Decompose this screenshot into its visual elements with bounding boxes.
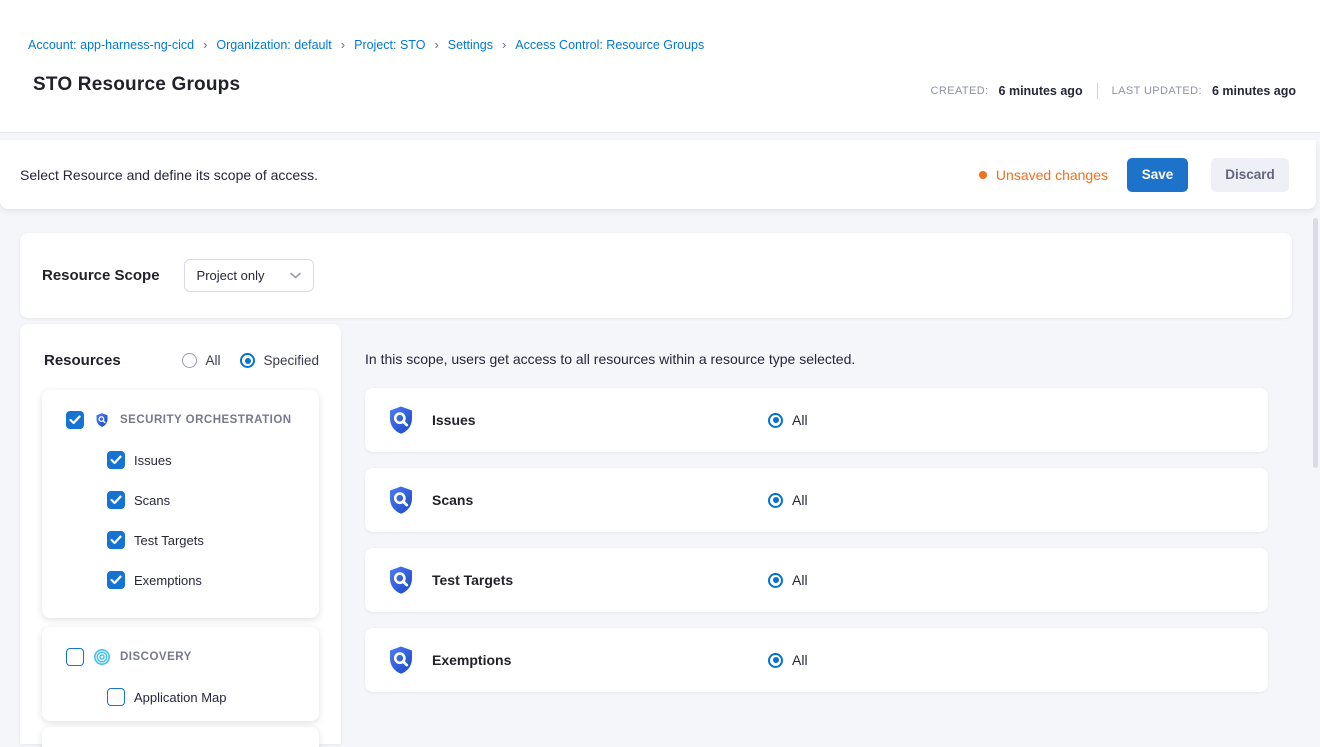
access-radio-all[interactable]: All xyxy=(768,652,808,668)
group-header: SECURITY ORCHESTRATION xyxy=(42,390,319,429)
save-button[interactable]: Save xyxy=(1127,158,1188,192)
breadcrumb-account[interactable]: Account: app-harness-ng-cicd xyxy=(28,38,194,52)
radio-specified-icon[interactable] xyxy=(240,353,255,368)
group-discovery: DISCOVERY Application Map xyxy=(42,627,319,721)
checkbox-exemptions[interactable] xyxy=(107,571,125,589)
group-header: DISCOVERY xyxy=(42,627,319,666)
checkbox-scans[interactable] xyxy=(107,491,125,509)
breadcrumb-settings[interactable]: Settings xyxy=(448,38,493,52)
scope-description: In this scope, users get access to all r… xyxy=(365,351,855,367)
scrollbar-thumb[interactable] xyxy=(1313,218,1318,468)
checkbox-issues[interactable] xyxy=(107,451,125,469)
resource-card-title: Issues xyxy=(432,412,768,428)
resource-card-scans: Scans All xyxy=(365,468,1268,532)
resource-scope-select[interactable]: Project only xyxy=(184,259,314,292)
sto-shield-icon xyxy=(385,404,417,436)
unsaved-changes-label: Unsaved changes xyxy=(996,167,1108,183)
access-label: All xyxy=(792,492,808,508)
resource-card-title: Exemptions xyxy=(432,652,768,668)
resource-item-test-targets: Test Targets xyxy=(42,531,319,549)
discard-button[interactable]: Discard xyxy=(1211,158,1289,192)
checkbox-discovery[interactable] xyxy=(66,648,84,666)
item-label: Exemptions xyxy=(134,573,202,588)
sto-shield-icon xyxy=(385,484,417,516)
chevron-right-icon: › xyxy=(203,37,207,52)
action-toolbar: Select Resource and define its scope of … xyxy=(0,140,1316,209)
breadcrumb-organization[interactable]: Organization: default xyxy=(216,38,331,52)
breadcrumb-resource-groups[interactable]: Access Control: Resource Groups xyxy=(515,38,704,52)
item-label: Scans xyxy=(134,493,170,508)
radio-all-icon[interactable] xyxy=(182,353,197,368)
group-card-clipped xyxy=(42,727,319,747)
timestamps: CREATED: 6 minutes ago LAST UPDATED: 6 m… xyxy=(931,83,1296,99)
group-name: DISCOVERY xyxy=(120,651,192,663)
checkbox-test-targets[interactable] xyxy=(107,531,125,549)
item-label: Application Map xyxy=(134,690,227,705)
unsaved-changes-indicator: Unsaved changes xyxy=(979,167,1108,183)
checkbox-application-map[interactable] xyxy=(107,688,125,706)
radio-all-icon[interactable] xyxy=(768,573,783,588)
resource-card-test-targets: Test Targets All xyxy=(365,548,1268,612)
resource-item-application-map: Application Map xyxy=(42,688,319,706)
chevron-right-icon: › xyxy=(434,37,438,52)
radio-all-icon[interactable] xyxy=(768,493,783,508)
breadcrumb: Account: app-harness-ng-cicd › Organizat… xyxy=(28,37,704,52)
radio-all[interactable]: All xyxy=(182,353,220,368)
resource-item-scans: Scans xyxy=(42,491,319,509)
resource-item-issues: Issues xyxy=(42,451,319,469)
radio-all-icon[interactable] xyxy=(768,653,783,668)
divider xyxy=(1097,83,1098,99)
access-radio-all[interactable]: All xyxy=(768,412,808,428)
checkbox-security-orchestration[interactable] xyxy=(66,411,84,429)
item-label: Issues xyxy=(134,453,172,468)
discovery-target-icon xyxy=(94,649,110,665)
access-radio-all[interactable]: All xyxy=(768,572,808,588)
resources-panel: Resources All Specified SECURITY O xyxy=(20,324,341,744)
page-title: STO Resource Groups xyxy=(33,74,240,96)
access-label: All xyxy=(792,652,808,668)
item-label: Test Targets xyxy=(134,533,204,548)
sto-shield-icon xyxy=(94,412,110,428)
group-security-orchestration: SECURITY ORCHESTRATION Issues Scans Test… xyxy=(42,390,319,618)
radio-specified-label: Specified xyxy=(263,353,319,368)
resources-panel-header: Resources All Specified xyxy=(20,324,341,369)
sto-shield-icon xyxy=(385,564,417,596)
chevron-right-icon: › xyxy=(341,37,345,52)
resource-scope-card: Resource Scope Project only xyxy=(20,233,1292,318)
access-radio-all[interactable]: All xyxy=(768,492,808,508)
radio-all-label: All xyxy=(205,353,220,368)
sto-shield-icon xyxy=(385,644,417,676)
last-updated-label: LAST UPDATED: xyxy=(1112,85,1202,97)
chevron-right-icon: › xyxy=(502,37,506,52)
resources-title: Resources xyxy=(44,352,121,369)
toolbar-description: Select Resource and define its scope of … xyxy=(20,167,318,183)
last-updated-value: 6 minutes ago xyxy=(1212,84,1296,98)
group-name: SECURITY ORCHESTRATION xyxy=(120,414,292,426)
created-label: CREATED: xyxy=(931,85,989,97)
resource-card-title: Test Targets xyxy=(432,572,768,588)
resource-item-exemptions: Exemptions xyxy=(42,571,319,589)
unsaved-dot-icon xyxy=(979,171,987,179)
breadcrumb-project[interactable]: Project: STO xyxy=(354,38,425,52)
resource-card-exemptions: Exemptions All xyxy=(365,628,1268,692)
radio-all-icon[interactable] xyxy=(768,413,783,428)
resource-scope-selected-value: Project only xyxy=(197,268,265,283)
resource-scope-label: Resource Scope xyxy=(42,267,160,284)
created-value: 6 minutes ago xyxy=(999,84,1083,98)
resource-card-title: Scans xyxy=(432,492,768,508)
radio-specified[interactable]: Specified xyxy=(240,353,319,368)
access-label: All xyxy=(792,572,808,588)
resource-card-issues: Issues All xyxy=(365,388,1268,452)
access-label: All xyxy=(792,412,808,428)
page-header: Account: app-harness-ng-cicd › Organizat… xyxy=(0,0,1320,133)
chevron-down-icon xyxy=(290,272,301,279)
